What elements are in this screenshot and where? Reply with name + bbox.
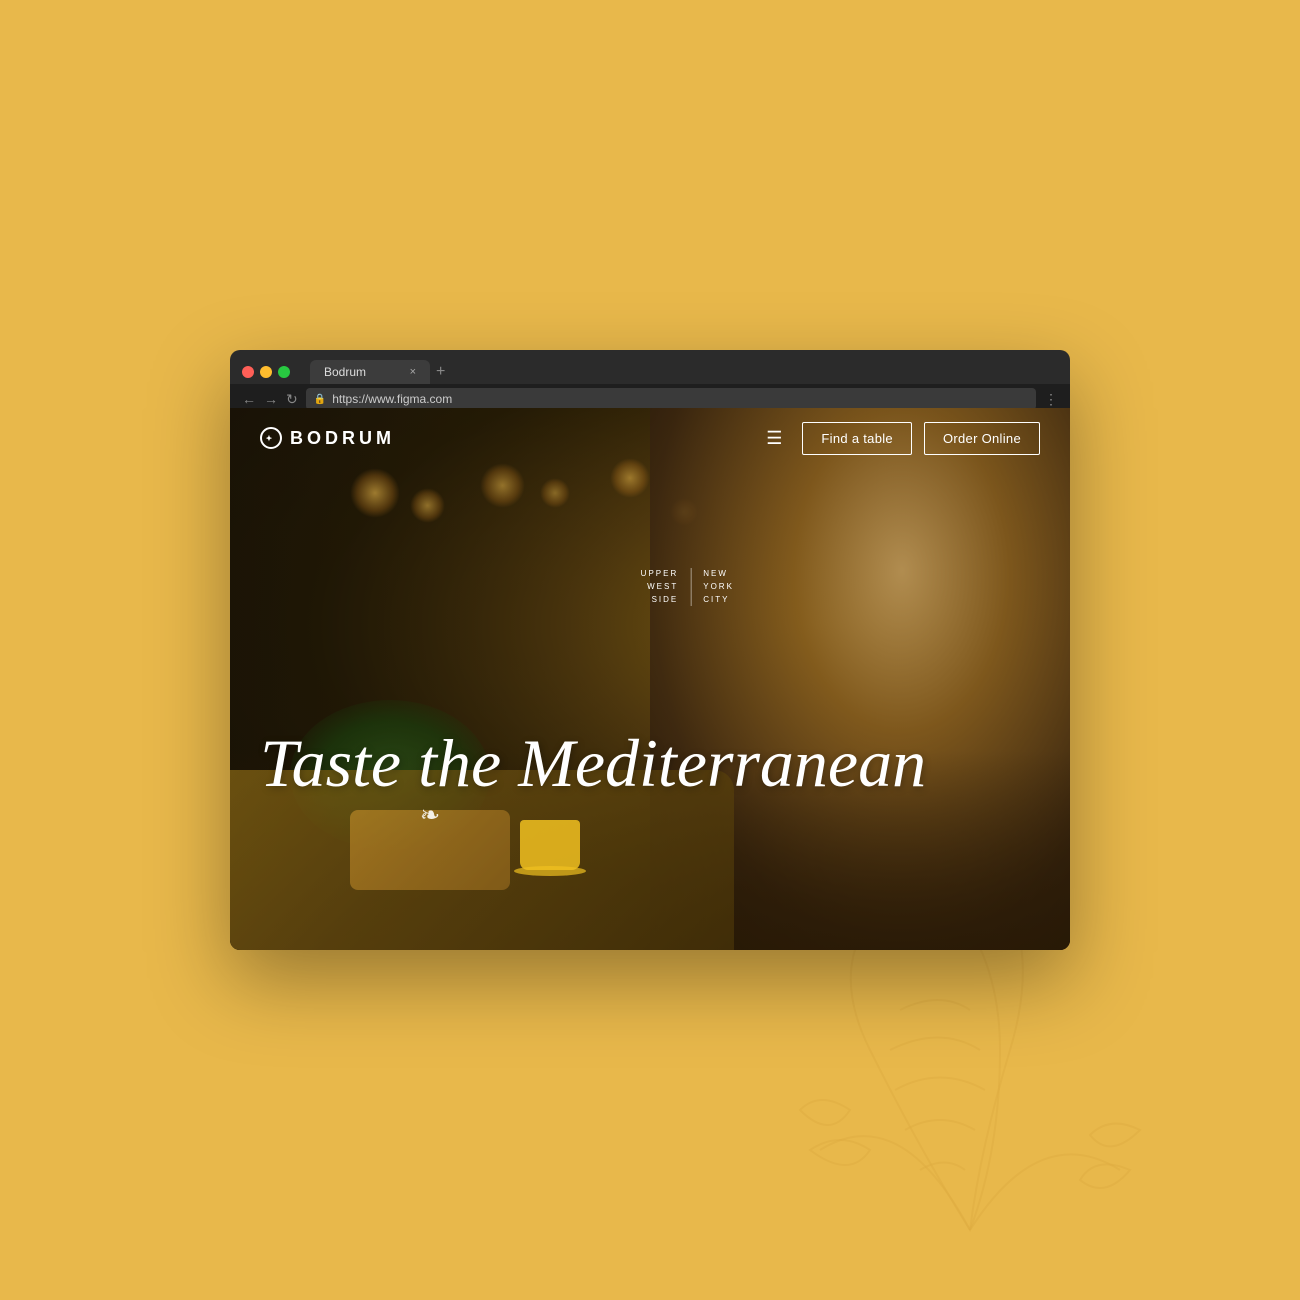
tab-title: Bodrum — [324, 365, 366, 379]
tab-close-button[interactable]: × — [410, 366, 416, 378]
site-navigation: ✦ BODRUM ☰ Find a table Order Online — [230, 408, 1070, 468]
location-right2: YORK — [703, 581, 734, 594]
back-button[interactable]: ← — [242, 392, 256, 406]
minimize-button[interactable] — [260, 366, 272, 378]
hero-heading-area: Taste the Mediterranean ❧ — [260, 729, 1040, 830]
location-right3: CITY — [703, 594, 734, 607]
lock-icon: 🔒 — [314, 394, 326, 405]
location-divider — [690, 568, 691, 606]
bokeh-light-3 — [480, 463, 525, 508]
find-table-button[interactable]: Find a table — [802, 422, 912, 455]
bokeh-light-2 — [410, 488, 445, 523]
url-text: https://www.figma.com — [332, 392, 452, 406]
hamburger-menu-icon[interactable]: ☰ — [766, 428, 782, 449]
location-right1: NEW — [703, 568, 734, 581]
address-bar[interactable]: 🔒 https://www.figma.com — [306, 388, 1036, 410]
location-badge: UPPER WEST SIDE NEW YORK CITY — [641, 568, 734, 606]
new-tab-button[interactable]: + — [436, 363, 445, 381]
location-line2: WEST — [641, 581, 679, 594]
nav-right-section: ☰ Find a table Order Online — [766, 422, 1040, 455]
hero-script-heading: Taste the Mediterranean — [260, 729, 1040, 797]
logo-circle-icon: ✦ — [266, 434, 277, 443]
browser-title-bar: Bodrum × + — [230, 350, 1070, 384]
logo-text: BODRUM — [290, 428, 395, 449]
order-online-button[interactable]: Order Online — [924, 422, 1040, 455]
location-left: UPPER WEST SIDE — [641, 568, 687, 606]
forward-button[interactable]: → — [264, 392, 278, 406]
bokeh-light-4 — [540, 478, 570, 508]
location-line1: UPPER — [641, 568, 679, 581]
tab-area: Bodrum × + — [310, 360, 1058, 384]
location-right: NEW YORK CITY — [695, 568, 734, 606]
active-tab[interactable]: Bodrum × — [310, 360, 430, 384]
traffic-lights — [242, 366, 290, 378]
hero-flourish: ❧ — [420, 801, 1040, 830]
close-button[interactable] — [242, 366, 254, 378]
more-options-button[interactable]: ⋮ — [1044, 391, 1058, 408]
browser-window: Bodrum × + ← → ↻ 🔒 https://www.figma.com… — [230, 350, 1070, 950]
maximize-button[interactable] — [278, 366, 290, 378]
website-content: ✦ BODRUM ☰ Find a table Order Online UPP… — [230, 408, 1070, 950]
browser-chrome: Bodrum × + ← → ↻ 🔒 https://www.figma.com… — [230, 350, 1070, 408]
logo-circle: ✦ — [260, 427, 282, 449]
refresh-button[interactable]: ↻ — [286, 392, 298, 406]
site-logo: ✦ BODRUM — [260, 427, 395, 449]
location-line3: SIDE — [641, 594, 679, 607]
bokeh-light-1 — [350, 468, 400, 518]
